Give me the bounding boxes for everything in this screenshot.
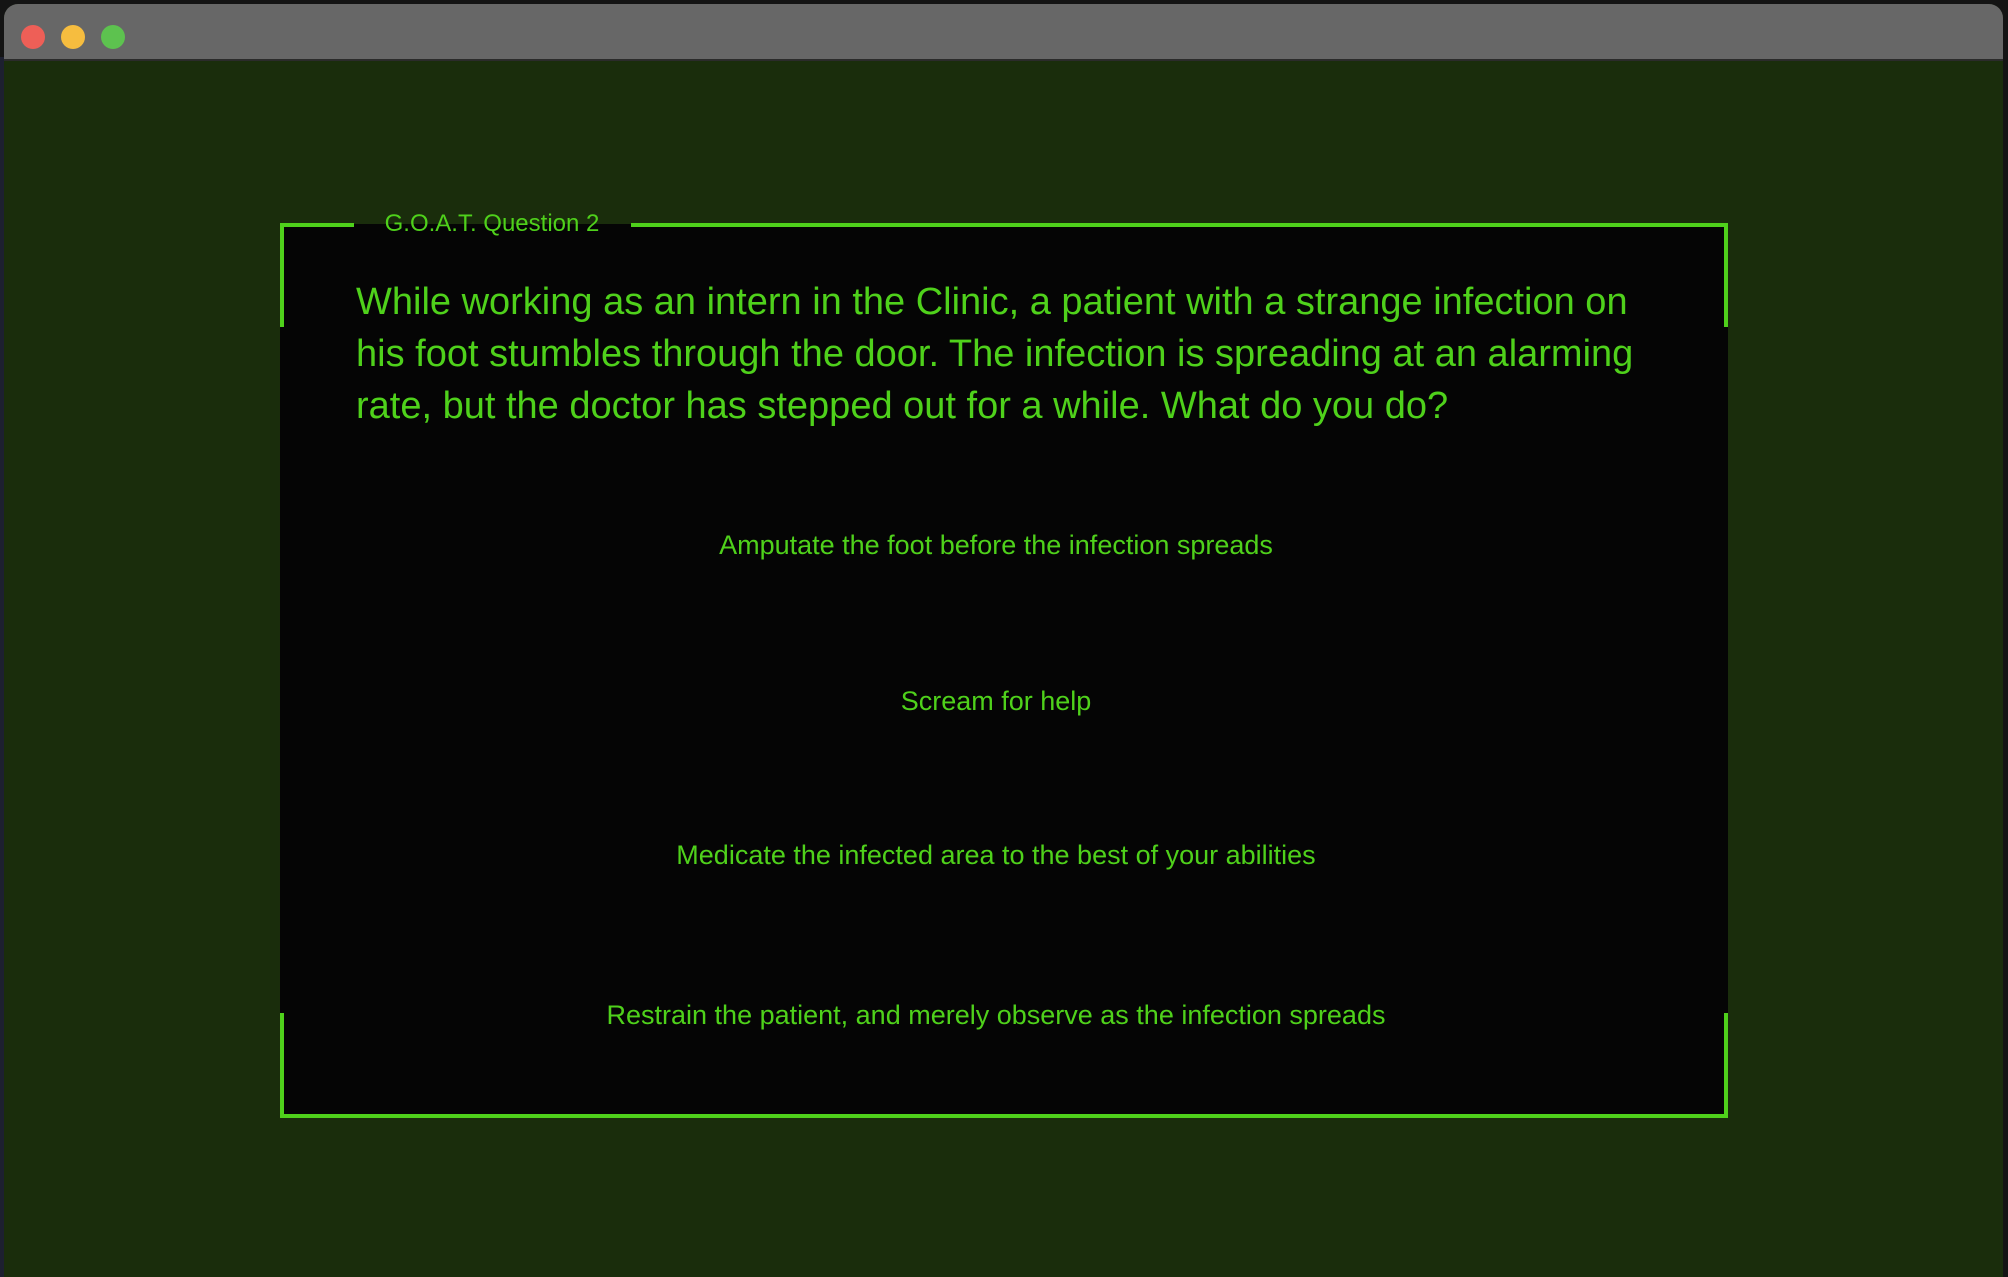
close-window-icon[interactable] (21, 25, 45, 49)
answer-option-1[interactable]: Amputate the foot before the infection s… (356, 520, 1636, 570)
panel-border-right-top (1724, 223, 1728, 327)
panel-border-left-bottom (280, 1013, 284, 1118)
panel-border-left-top (280, 223, 284, 327)
question-text: While working as an intern in the Clinic… (356, 281, 1634, 427)
zoom-window-icon[interactable] (101, 25, 125, 49)
minimize-window-icon[interactable] (61, 25, 85, 49)
answer-option-4[interactable]: Restrain the patient, and merely observe… (356, 990, 1636, 1040)
panel-border-top-right (631, 223, 1728, 227)
question-legend: G.O.A.T. Question 2 (384, 210, 600, 237)
title-bar[interactable] (4, 4, 2003, 61)
panel-border-bottom (280, 1114, 1728, 1118)
answer-option-3[interactable]: Medicate the infected area to the best o… (356, 830, 1636, 880)
panel-border-top-left (280, 223, 354, 227)
panel-border-right-bottom (1724, 1013, 1728, 1118)
answer-option-2[interactable]: Scream for help (356, 676, 1636, 726)
